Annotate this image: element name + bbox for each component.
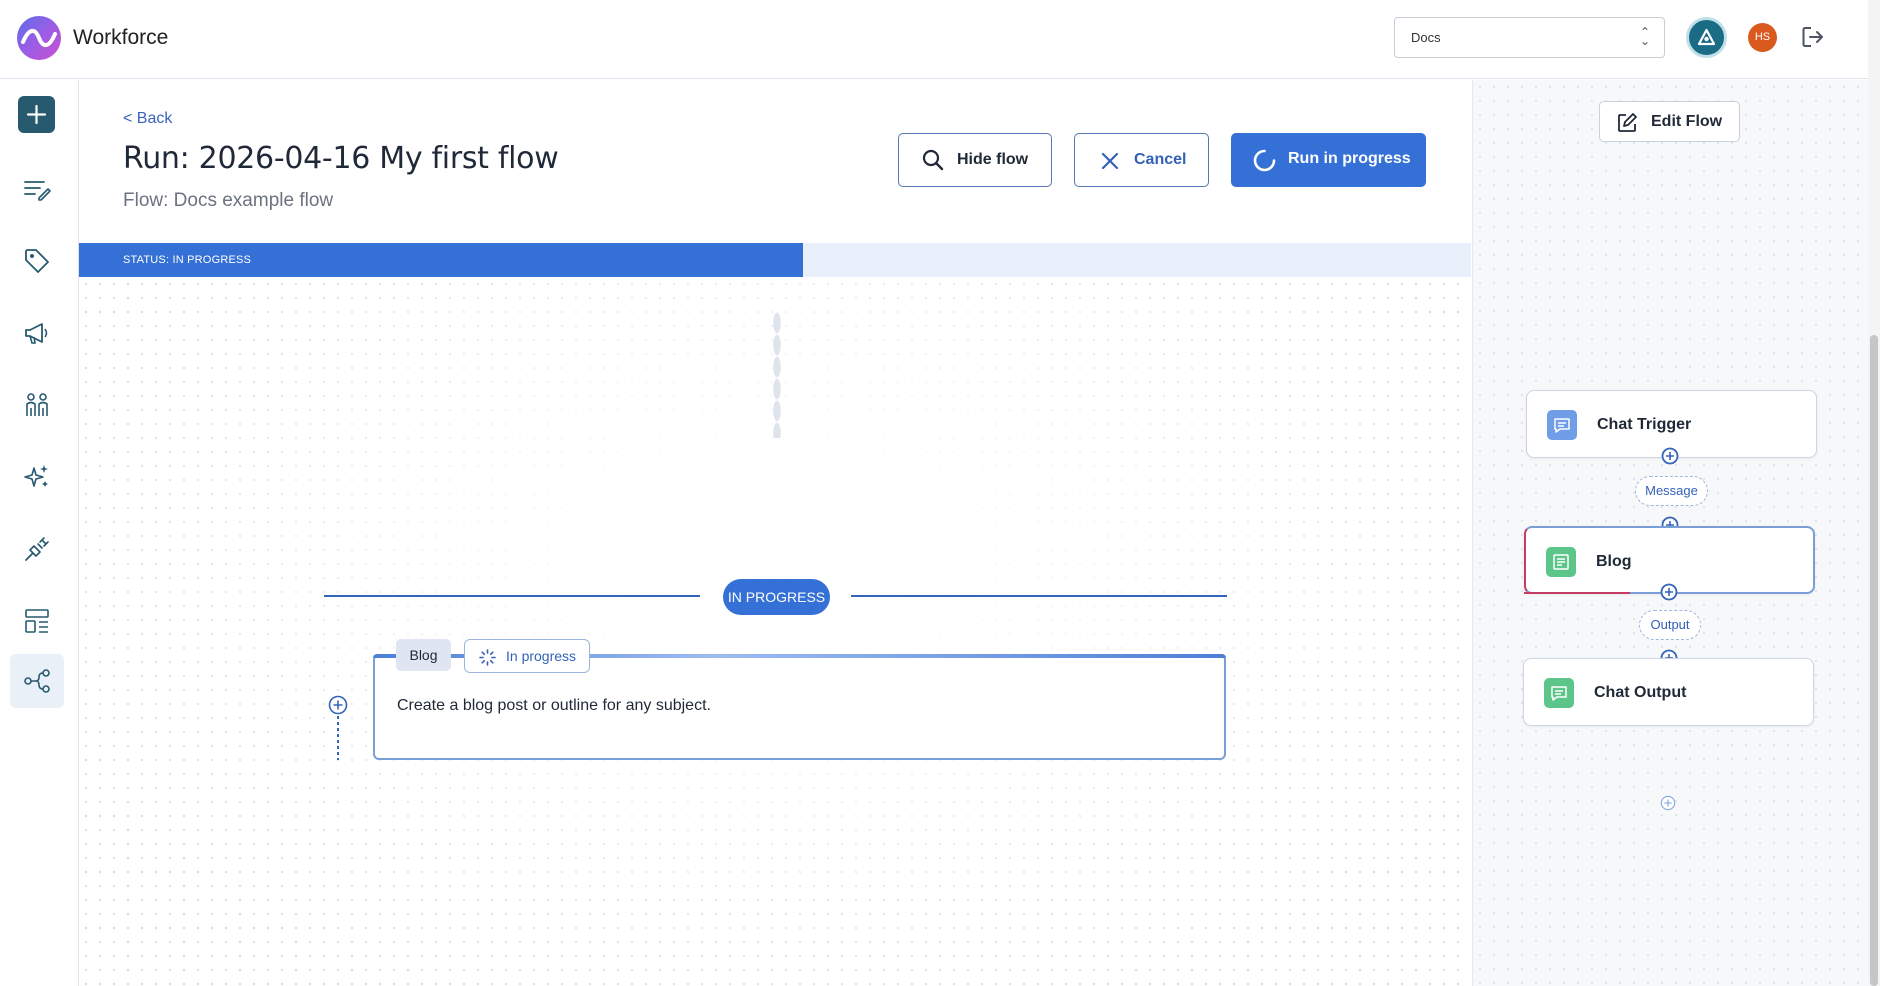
flow-preview-panel: Edit Flow Chat Trigger Message Blog Outp… [1472, 80, 1868, 986]
page-title: Run: 2026-04-16 My first flow [123, 141, 559, 176]
layout-icon [25, 609, 49, 633]
sidebar-item-people[interactable] [10, 378, 64, 432]
workforce-logo-icon[interactable] [17, 16, 61, 60]
people-icon [26, 393, 48, 416]
sidebar-item-campaigns[interactable] [10, 306, 64, 360]
cancel-label: Cancel [1134, 151, 1187, 168]
sidebar-item-tags[interactable] [10, 234, 64, 288]
chat-icon [1547, 410, 1577, 440]
loading-icon [479, 649, 496, 666]
megaphone-icon [25, 323, 48, 344]
flow-subtitle: Flow: Docs example flow [123, 190, 334, 211]
node-label: Chat Trigger [1597, 416, 1692, 433]
edit-icon [1618, 113, 1637, 132]
flow-icon [24, 669, 50, 693]
edge-label-message: Message [1635, 476, 1708, 506]
stage-status-pill: IN PROGRESS [723, 579, 830, 615]
add-step-icon[interactable] [328, 695, 348, 715]
node-connector-icon[interactable] [1660, 583, 1678, 601]
hide-flow-button[interactable]: Hide flow [898, 133, 1052, 187]
step-connector [337, 716, 339, 760]
step-tag: Blog [396, 639, 451, 671]
tag-icon [25, 249, 49, 273]
status-progress-bar: STATUS: IN PROGRESS [79, 243, 1471, 277]
flow-node-chat-output[interactable]: Chat Output [1523, 658, 1814, 726]
sidebar-item-templates[interactable] [10, 594, 64, 648]
stage-divider-left [324, 595, 700, 597]
logout-icon[interactable] [1800, 24, 1826, 50]
plug-icon [25, 537, 49, 561]
status-text: STATUS: IN PROGRESS [123, 254, 252, 266]
workspace-select[interactable]: Docs ⌃ ⌄ [1394, 17, 1665, 58]
node-connector-icon[interactable] [1660, 795, 1676, 811]
select-chevron-icon: ⌃ ⌄ [1639, 25, 1650, 48]
edit-flow-label: Edit Flow [1651, 113, 1723, 130]
cancel-button[interactable]: Cancel [1074, 133, 1209, 187]
main-content: < Back Run: 2026-04-16 My first flow Flo… [79, 80, 1471, 986]
close-icon [1101, 152, 1119, 170]
node-label: Chat Output [1594, 684, 1687, 701]
connector-dots [773, 312, 781, 438]
step-status-badge: In progress [464, 639, 590, 673]
sidebar-item-flows[interactable] [10, 654, 64, 708]
edge-label-output: Output [1639, 610, 1701, 640]
app-title: Workforce [73, 26, 169, 49]
sidebar-item-integrations[interactable] [10, 522, 64, 576]
workspace-select-value: Docs [1411, 30, 1441, 45]
back-link[interactable]: < Back [123, 110, 172, 128]
chat-icon [1544, 678, 1574, 708]
document-icon [1546, 547, 1576, 577]
flow-canvas[interactable]: IN PROGRESS Create a blog post or outlin… [79, 277, 1471, 986]
node-connector-icon[interactable] [1661, 447, 1679, 465]
stage-divider-right [851, 595, 1227, 597]
edit-flow-button[interactable]: Edit Flow [1599, 101, 1740, 142]
page-scrollbar[interactable] [1868, 0, 1880, 986]
step-description: Create a blog post or outline for any su… [397, 697, 711, 714]
product-switcher-icon[interactable] [1686, 17, 1727, 58]
scrollbar-thumb[interactable] [1870, 335, 1878, 986]
spinner-icon [1253, 149, 1276, 172]
user-avatar[interactable]: HS [1748, 23, 1777, 52]
sidebar-item-tasks[interactable] [10, 162, 64, 216]
sidebar-item-ai[interactable] [10, 450, 64, 504]
hide-flow-label: Hide flow [957, 151, 1029, 168]
run-in-progress-label: Run in progress [1288, 150, 1411, 167]
sidebar-add-button[interactable] [18, 96, 55, 133]
node-label: Blog [1596, 553, 1632, 570]
sidebar [0, 80, 79, 986]
plus-icon [26, 104, 47, 125]
top-bar: Workforce Docs ⌃ ⌄ HS [0, 0, 1868, 79]
list-edit-icon [24, 181, 51, 201]
run-in-progress-button[interactable]: Run in progress [1231, 133, 1426, 187]
sparkles-icon [24, 465, 48, 487]
step-status-label: In progress [506, 648, 577, 664]
search-icon [922, 149, 944, 171]
